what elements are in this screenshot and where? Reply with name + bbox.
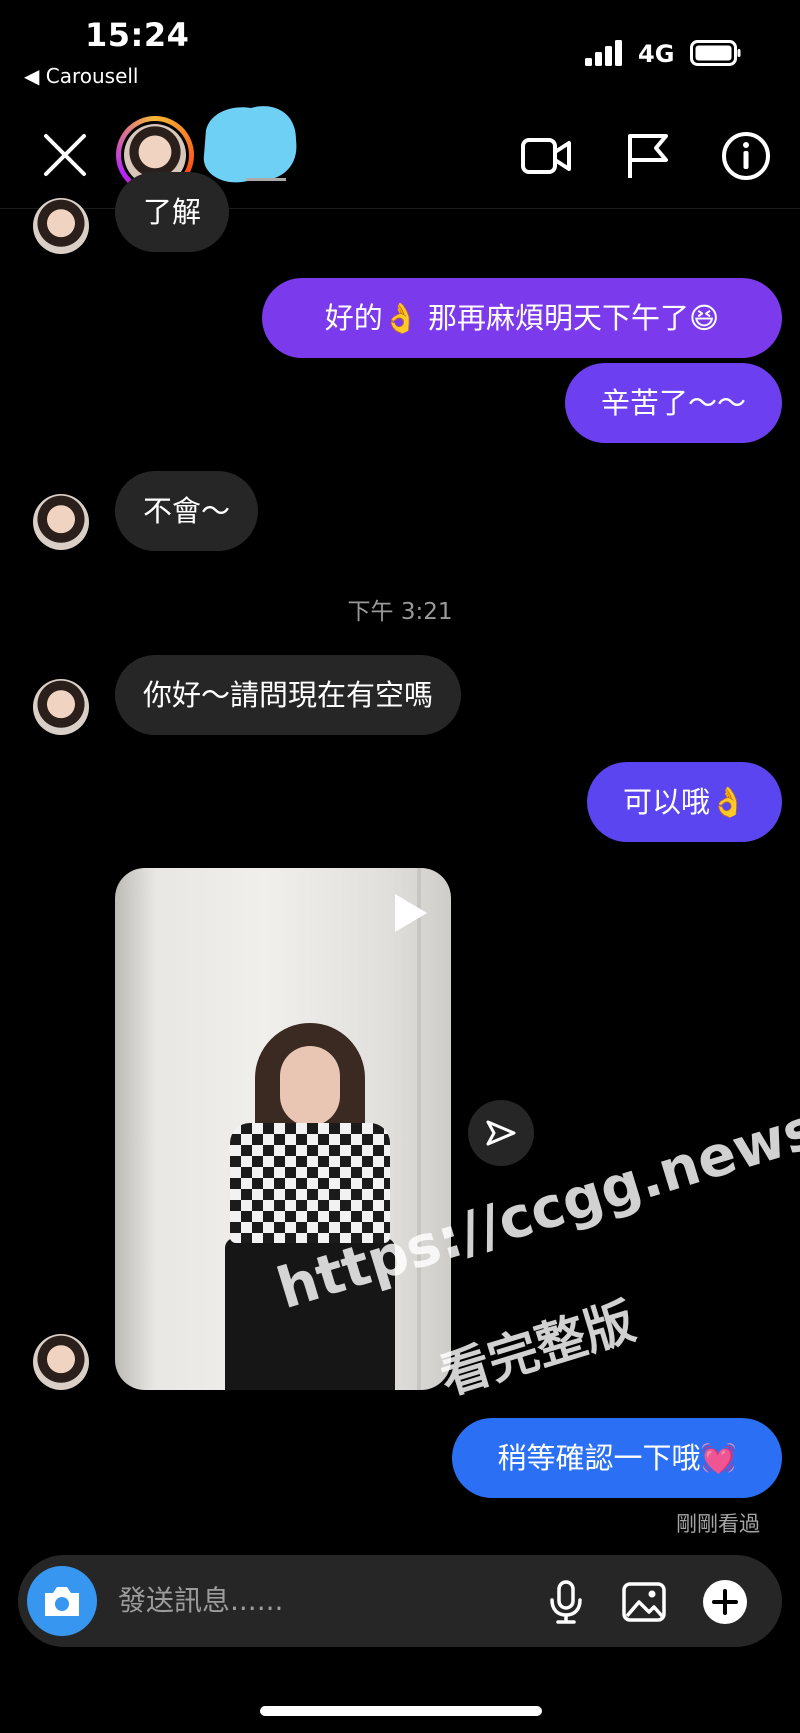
message-outgoing[interactable]: 稍等確認一下哦💓 [452,1418,782,1498]
video-call-icon[interactable] [520,130,572,182]
flag-icon[interactable] [622,130,674,182]
sender-avatar[interactable] [33,494,89,550]
watermark-text: 看完整版 [433,1292,642,1406]
info-icon[interactable] [720,130,772,182]
add-icon[interactable] [701,1578,749,1626]
send-icon [486,1120,516,1146]
microphone-icon[interactable] [542,1578,590,1626]
message-outgoing[interactable]: 好的👌 那再麻煩明天下午了😆 [262,278,782,358]
message-timestamp: 下午 3:21 [347,599,453,625]
message-incoming[interactable]: 你好～請問現在有空嗎 [115,655,462,735]
play-icon[interactable] [383,888,433,938]
message-outgoing[interactable]: 可以哦👌 [587,762,782,842]
video-message[interactable] [115,868,451,1390]
camera-button[interactable] [27,1566,97,1636]
contact-name-redacted [203,106,297,183]
status-time: 15:24 [85,16,190,54]
seen-receipt: 剛剛看過 [676,1512,760,1536]
sender-avatar[interactable] [33,1334,89,1390]
close-icon[interactable] [40,130,90,180]
home-indicator[interactable] [260,1706,542,1716]
share-button[interactable] [468,1100,534,1166]
battery-icon [690,40,741,66]
message-incoming[interactable]: 了解 [115,172,230,252]
network-type: 4G [638,40,675,68]
camera-icon [45,1587,79,1616]
sender-avatar[interactable] [33,198,89,254]
gallery-icon[interactable] [620,1578,668,1626]
message-input[interactable]: 發送訊息...... [118,1579,283,1619]
sender-avatar[interactable] [33,679,89,735]
signal-icon [585,40,622,66]
message-incoming[interactable]: 不會～ [115,471,259,551]
back-to-app-link[interactable]: ◀ Carousell [24,64,139,88]
message-outgoing[interactable]: 辛苦了～～ [565,363,782,443]
